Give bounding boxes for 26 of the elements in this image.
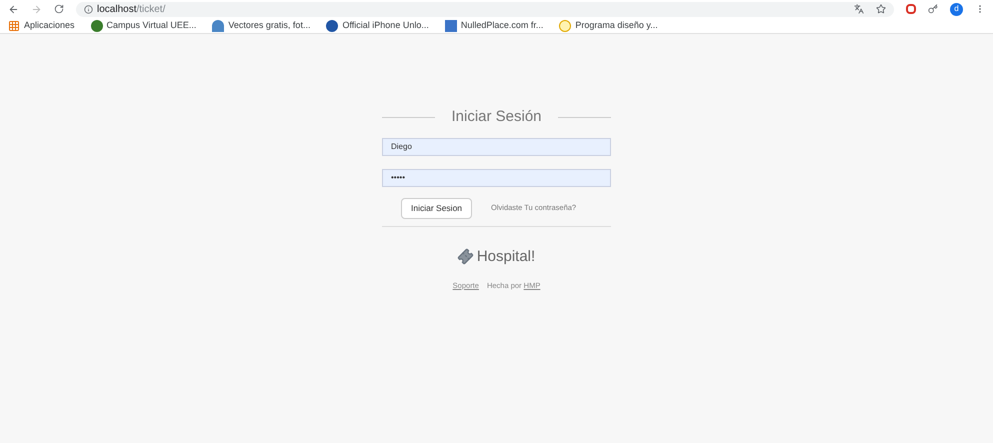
bookmark-item[interactable]: Official iPhone Unlo...	[326, 18, 429, 32]
key-icon[interactable]	[928, 4, 938, 14]
bookmark-item[interactable]: Programa diseño y...	[559, 18, 658, 32]
smiley-icon	[559, 20, 572, 32]
bookmark-item[interactable]: Aplicaciones	[8, 18, 75, 32]
bookmark-item[interactable]: Vectores gratis, fot...	[212, 18, 310, 32]
password-field[interactable]: •••••	[382, 168, 611, 186]
address-bar[interactable]: localhost/ticket/	[76, 2, 894, 16]
login-button[interactable]: Iniciar Sesion	[401, 198, 472, 218]
url-path: /ticket/	[136, 2, 166, 16]
bookmark-item[interactable]: NulledPlace.com fr...	[444, 18, 544, 32]
username-field[interactable]: Diego	[382, 138, 611, 156]
back-icon[interactable]	[8, 4, 19, 14]
apps-grid-icon	[8, 20, 20, 32]
circle-logo-icon	[326, 20, 338, 32]
bookmark-star-icon[interactable]	[876, 4, 886, 14]
translate-icon[interactable]	[854, 4, 864, 14]
bookmark-item[interactable]: Campus Virtual UEE...	[90, 18, 196, 32]
url-host: localhost	[97, 2, 136, 16]
circle-logo-icon	[90, 20, 103, 32]
login-title: Iniciar Sesión	[451, 107, 542, 127]
square-logo-icon	[444, 20, 457, 32]
profile-avatar[interactable]: d	[950, 2, 963, 16]
brand-name: Hospital!	[476, 246, 536, 266]
info-icon	[84, 4, 93, 14]
reload-icon[interactable]	[54, 4, 64, 14]
